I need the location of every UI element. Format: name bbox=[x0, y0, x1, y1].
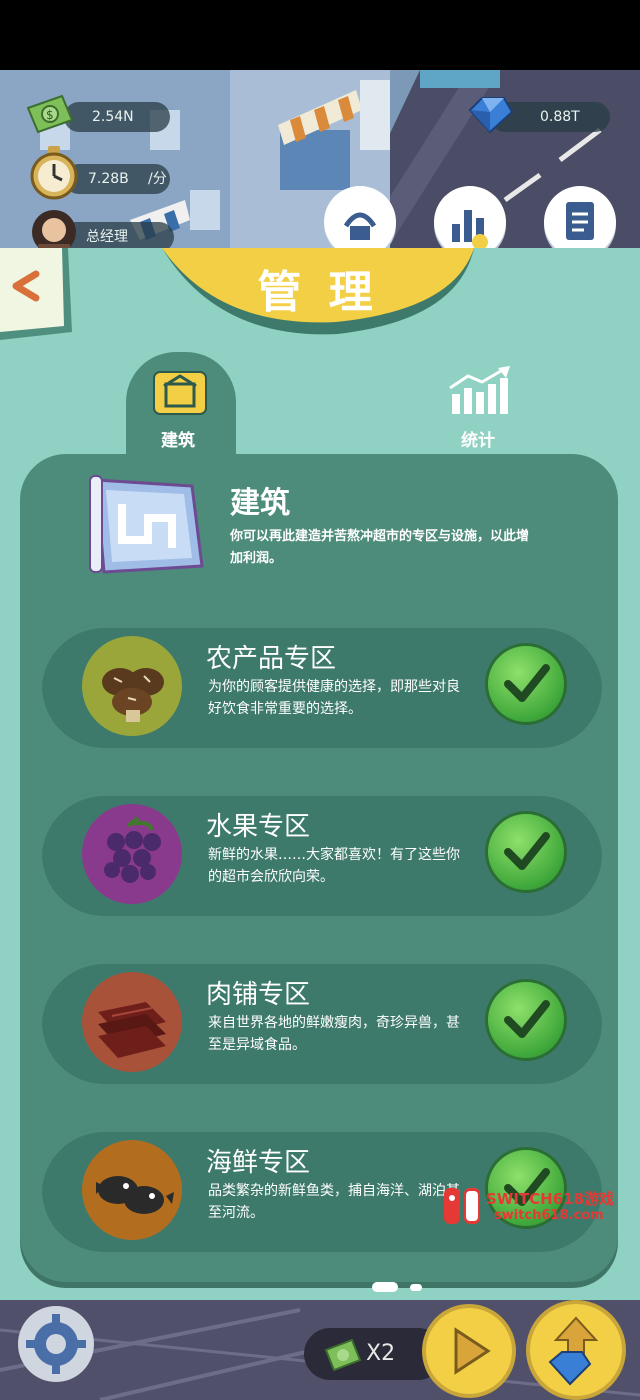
section-description: 你可以再此建造并苦熬冲超市的专区与设施，以此增加利润。 bbox=[230, 529, 530, 566]
management-panel: 管 理 建筑 统计 建筑 你可以再此建造并苦熬冲超市的专区与设施，以此增加利润。… bbox=[0, 248, 640, 1306]
scroll-indicator bbox=[372, 1282, 398, 1292]
zone-title: 水果专区 bbox=[206, 812, 311, 842]
zone-description: 品类繁杂的新鲜鱼类，捕自海洋、湖泊甚至河流。 bbox=[208, 1183, 460, 1221]
gear-icon bbox=[26, 1314, 86, 1374]
cash-display: 2.54N bbox=[64, 102, 170, 132]
content-panel: 建筑 你可以再此建造并苦熬冲超市的专区与设施，以此增加利润。 农产品专区 为你的… bbox=[20, 454, 618, 1282]
tab-buildings-label: 建筑 bbox=[161, 431, 195, 451]
zone-card-fruit[interactable]: 水果专区 新鲜的水果……大家都喜欢！有了这些你的超市会欣欣向荣。 bbox=[42, 792, 602, 916]
back-button[interactable] bbox=[0, 248, 74, 348]
watermark: SWITCH618游戏 switch618.com bbox=[442, 1186, 632, 1230]
city-background: 2.54N $ 7.28B /分 总经理 0.88T bbox=[0, 70, 640, 260]
grapes-icon bbox=[82, 804, 182, 904]
stopwatch-icon bbox=[30, 146, 78, 200]
zone-card-produce[interactable]: 农产品专区 为你的顾客提供健康的选择，即那些对良好饮食非常重要的选择。 bbox=[42, 624, 602, 748]
tab-statistics-label: 统计 bbox=[461, 431, 495, 451]
zone-description: 为你的顾客提供健康的选择，即那些对良好饮食非常重要的选择。 bbox=[208, 679, 460, 717]
income-unit: /分 bbox=[148, 171, 167, 187]
play-icon bbox=[454, 1327, 491, 1375]
zone-title: 肉铺专区 bbox=[206, 980, 311, 1010]
section-title: 建筑 bbox=[230, 486, 290, 521]
status-bar bbox=[0, 0, 640, 70]
zone-description: 新鲜的水果……大家都喜欢！有了这些你的超市会欣欣向荣。 bbox=[208, 847, 460, 885]
zone-built-check-button[interactable] bbox=[488, 814, 564, 890]
mushroom-icon bbox=[82, 636, 182, 736]
gem-upgrade-icon bbox=[548, 1316, 599, 1386]
watermark-line1: SWITCH618游戏 bbox=[486, 1190, 615, 1208]
tab-statistics[interactable]: 统计 bbox=[436, 366, 520, 451]
pufferfish-icon bbox=[82, 1140, 182, 1240]
meat-icon bbox=[82, 972, 182, 1072]
zone-card-meat[interactable]: 肉铺专区 来自世界各地的鲜嫩瘦肉，奇珍异兽，甚至是异域食品。 bbox=[42, 960, 602, 1084]
checkmark-icon bbox=[504, 664, 550, 702]
settings-button[interactable] bbox=[18, 1306, 94, 1382]
stats-chart-icon bbox=[449, 366, 510, 414]
zone-built-check-button[interactable] bbox=[488, 982, 564, 1058]
multiplier-value: X2 bbox=[366, 1341, 396, 1366]
gem-value: 0.88T bbox=[540, 109, 580, 125]
watermark-line2: switch618.com bbox=[494, 1208, 604, 1223]
checkmark-icon bbox=[504, 1000, 550, 1038]
zone-description: 来自世界各地的鲜嫩瘦肉，奇珍异兽，甚至是异域食品。 bbox=[208, 1015, 460, 1053]
bottom-bar: X2 bbox=[0, 1300, 640, 1400]
cash-value: 2.54N bbox=[92, 109, 134, 125]
cash-icon bbox=[324, 1338, 362, 1372]
income-value: 7.28B bbox=[88, 171, 129, 187]
building-icon bbox=[153, 371, 207, 415]
gem-upgrade-button[interactable] bbox=[530, 1304, 622, 1396]
gem-icon bbox=[468, 97, 514, 134]
blueprint-map-icon bbox=[89, 475, 204, 574]
svg-text:$: $ bbox=[46, 108, 54, 122]
multiplier-display: X2 bbox=[304, 1328, 444, 1380]
zone-title: 海鲜专区 bbox=[206, 1148, 311, 1178]
switch-logo-icon bbox=[444, 1188, 480, 1224]
panel-title: 管 理 bbox=[257, 267, 379, 318]
zone-title: 农产品专区 bbox=[206, 644, 337, 674]
play-boost-button[interactable] bbox=[426, 1308, 512, 1394]
zone-built-check-button[interactable] bbox=[488, 646, 564, 722]
scroll-indicator-dot bbox=[410, 1284, 422, 1291]
checkmark-icon bbox=[504, 832, 550, 870]
cash-icon: $ bbox=[26, 94, 74, 134]
